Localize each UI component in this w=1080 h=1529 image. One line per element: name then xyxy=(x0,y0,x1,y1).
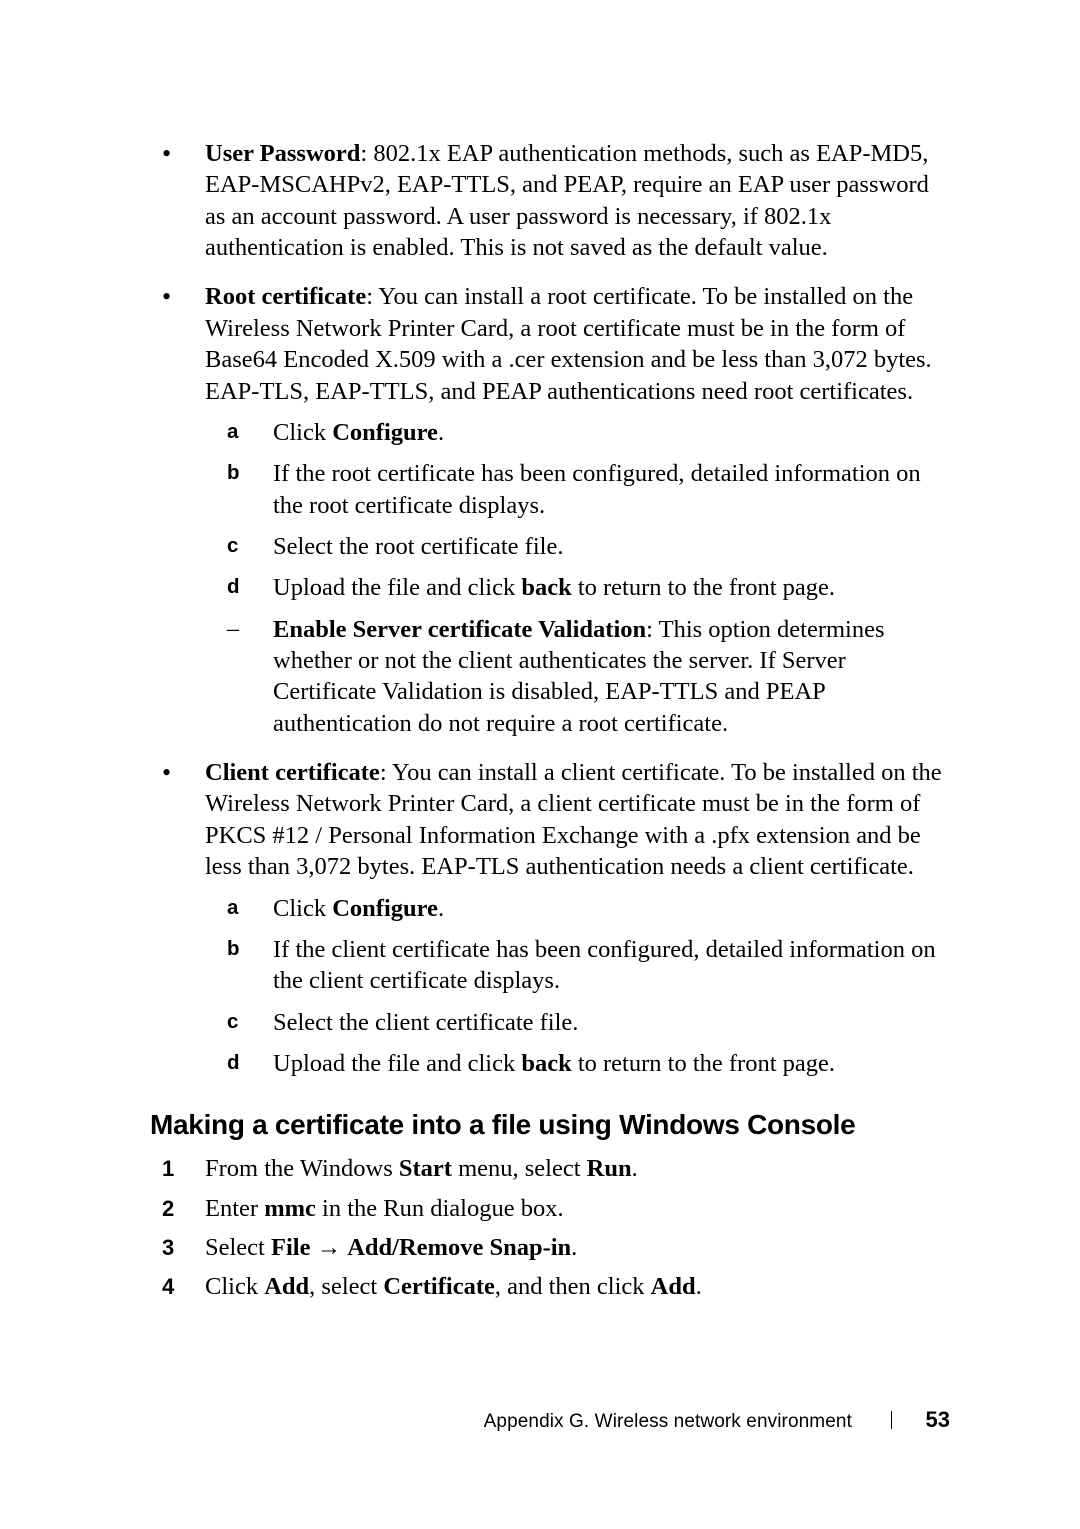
step-text-post: to return to the front page. xyxy=(572,1050,835,1077)
num-step-3: 3 Select File → Add/Remove Snap-in. xyxy=(150,1232,950,1263)
num-step-2: 2 Enter mmc in the Run dialogue box. xyxy=(150,1193,950,1224)
step-marker: c xyxy=(227,1009,238,1035)
step-text: Select the client certificate file. xyxy=(273,1009,578,1036)
root-cert-dash-list: Enable Server certificate Validation: Th… xyxy=(205,614,950,739)
step-marker: b xyxy=(227,460,240,486)
step-text-bold: back xyxy=(521,1050,571,1077)
step-text-post: . xyxy=(438,419,444,446)
step-b: b If the client certificate has been con… xyxy=(205,934,950,997)
bullet-client-certificate: Client certificate: You can install a cl… xyxy=(150,757,950,1079)
step-b: b If the root certificate has been confi… xyxy=(205,458,950,521)
numbered-steps: 1 From the Windows Start menu, select Ru… xyxy=(150,1153,950,1302)
step-c: c Select the root certificate file. xyxy=(205,531,950,562)
step-d: d Upload the file and click back to retu… xyxy=(205,1048,950,1079)
bullet-label: User Password xyxy=(205,140,360,167)
step-d: d Upload the file and click back to retu… xyxy=(205,572,950,603)
step-content: From the Windows Start menu, select Run. xyxy=(205,1155,638,1182)
step-marker: d xyxy=(227,574,240,600)
inline-text: . xyxy=(632,1155,638,1182)
inline-text: From the Windows xyxy=(205,1155,399,1182)
dash-enable-server-validation: Enable Server certificate Validation: Th… xyxy=(205,614,950,739)
bullet-user-password: User Password: 802.1x EAP authentication… xyxy=(150,138,950,263)
num-step-4: 4 Click Add, select Certificate, and the… xyxy=(150,1271,950,1302)
bullet-root-certificate: Root certificate: You can install a root… xyxy=(150,281,950,739)
inline-bold: Add xyxy=(264,1273,309,1300)
dash-label: Enable Server certificate Validation xyxy=(273,616,646,643)
bullet-label: Client certificate xyxy=(205,759,380,786)
step-text: Select the root certificate file. xyxy=(273,533,563,560)
step-text-pre: Upload the file and click xyxy=(273,574,521,601)
client-cert-steps: a Click Configure. b If the client certi… xyxy=(205,893,950,1080)
inline-bold: Add xyxy=(651,1273,696,1300)
section-heading: Making a certificate into a file using W… xyxy=(150,1107,950,1143)
step-marker: a xyxy=(227,419,238,445)
footer-page-number: 53 xyxy=(926,1407,950,1432)
step-a: a Click Configure. xyxy=(205,893,950,924)
step-marker: c xyxy=(227,533,238,559)
page-footer: Appendix G. Wireless network environment… xyxy=(150,1406,950,1434)
inline-bold: Run xyxy=(587,1155,632,1182)
step-text-post: to return to the front page. xyxy=(572,574,835,601)
num-marker: 3 xyxy=(162,1234,174,1262)
inline-bold: File xyxy=(271,1234,310,1261)
step-marker: d xyxy=(227,1050,240,1076)
inline-bold: Certificate xyxy=(383,1273,495,1300)
step-c: c Select the client certificate file. xyxy=(205,1007,950,1038)
num-marker: 2 xyxy=(162,1195,174,1223)
inline-text: , and then click xyxy=(495,1273,651,1300)
step-text-post: . xyxy=(438,895,444,922)
inline-text: . xyxy=(571,1234,577,1261)
step-text-bold: Configure xyxy=(332,895,438,922)
step-marker: b xyxy=(227,936,240,962)
num-marker: 1 xyxy=(162,1155,174,1183)
step-text: If the client certificate has been confi… xyxy=(273,936,936,994)
step-text-bold: Configure xyxy=(332,419,438,446)
inline-text: Click xyxy=(205,1273,264,1300)
step-text-bold: back xyxy=(521,574,571,601)
arrow-icon: → xyxy=(317,1234,342,1261)
step-marker: a xyxy=(227,895,238,921)
document-page: User Password: 802.1x EAP authentication… xyxy=(0,0,1080,1529)
inline-bold: Add/Remove Snap-in xyxy=(347,1234,571,1261)
step-content: Select File → Add/Remove Snap-in. xyxy=(205,1234,577,1261)
root-cert-steps: a Click Configure. b If the root certifi… xyxy=(205,417,950,604)
step-content: Enter mmc in the Run dialogue box. xyxy=(205,1195,564,1222)
inline-text: Enter xyxy=(205,1195,264,1222)
inline-text: in the Run dialogue box. xyxy=(316,1195,564,1222)
inline-text: Select xyxy=(205,1234,271,1261)
top-bullet-list: User Password: 802.1x EAP authentication… xyxy=(150,138,950,1079)
step-text-pre: Upload the file and click xyxy=(273,1050,521,1077)
footer-separator-icon xyxy=(891,1411,892,1429)
step-a: a Click Configure. xyxy=(205,417,950,448)
num-step-1: 1 From the Windows Start menu, select Ru… xyxy=(150,1153,950,1184)
step-content: Click Add, select Certificate, and then … xyxy=(205,1273,702,1300)
inline-text: . xyxy=(696,1273,702,1300)
inline-text: menu, select xyxy=(452,1155,587,1182)
inline-bold: Start xyxy=(399,1155,452,1182)
num-marker: 4 xyxy=(162,1273,174,1301)
step-text-pre: Click xyxy=(273,419,332,446)
bullet-label: Root certificate xyxy=(205,283,366,310)
inline-text: , select xyxy=(309,1273,383,1300)
footer-appendix: Appendix G. Wireless network environment xyxy=(484,1411,852,1432)
step-text: If the root certificate has been configu… xyxy=(273,460,921,518)
inline-bold: mmc xyxy=(264,1195,316,1222)
step-text-pre: Click xyxy=(273,895,332,922)
